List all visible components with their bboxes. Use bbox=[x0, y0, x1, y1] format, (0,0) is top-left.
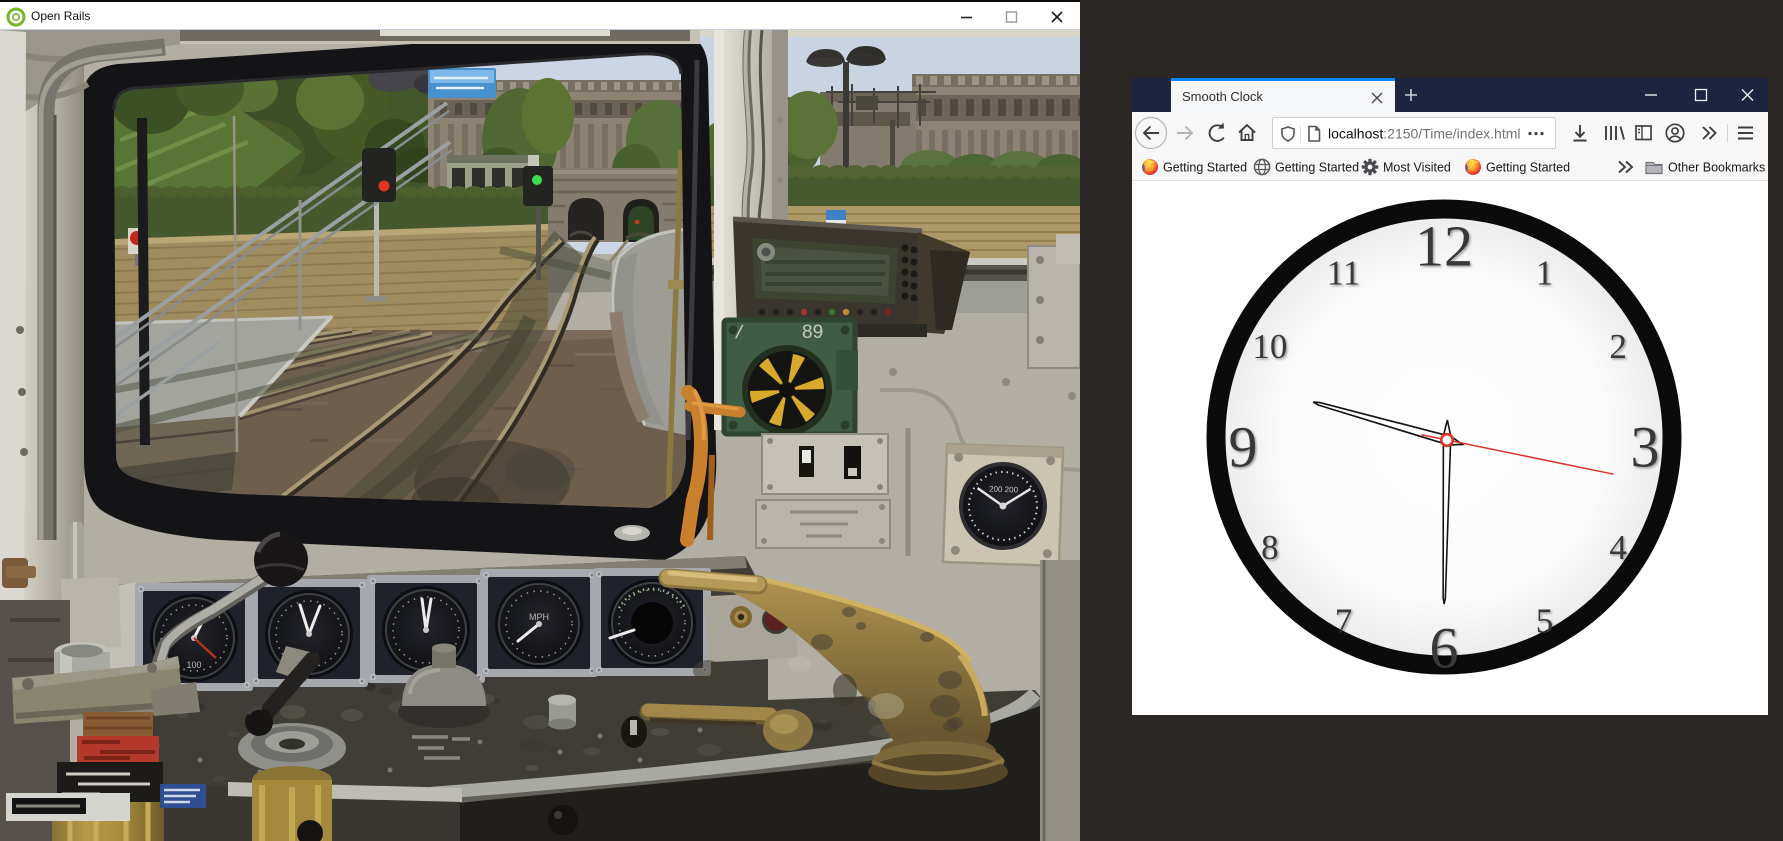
svg-text:10: 10 bbox=[1252, 327, 1287, 366]
svg-text:Getting Started: Getting Started bbox=[1163, 161, 1247, 175]
svg-text:100: 100 bbox=[186, 660, 201, 670]
svg-text:11: 11 bbox=[1327, 253, 1361, 292]
svg-text:Getting Started: Getting Started bbox=[1275, 161, 1359, 175]
svg-text:2: 2 bbox=[1609, 327, 1627, 366]
svg-text:1: 1 bbox=[1536, 253, 1554, 292]
svg-text:MPH: MPH bbox=[529, 612, 549, 622]
svg-text:Getting Started: Getting Started bbox=[1486, 161, 1570, 175]
svg-text:localhost:2150/Time/index.html: localhost:2150/Time/index.html bbox=[1328, 126, 1520, 142]
svg-text:4: 4 bbox=[1609, 528, 1627, 567]
svg-text:3: 3 bbox=[1631, 415, 1660, 480]
svg-text:8: 8 bbox=[1261, 528, 1279, 567]
svg-text:Other Bookmarks: Other Bookmarks bbox=[1668, 161, 1765, 175]
svg-text:200 200: 200 200 bbox=[989, 485, 1019, 495]
svg-text:Most Visited: Most Visited bbox=[1383, 161, 1451, 175]
svg-text:12: 12 bbox=[1415, 214, 1473, 279]
svg-text:6: 6 bbox=[1430, 616, 1459, 681]
svg-text:5: 5 bbox=[1536, 602, 1554, 641]
svg-text:9: 9 bbox=[1229, 415, 1258, 480]
svg-text:89: 89 bbox=[802, 322, 823, 343]
svg-text:7: 7 bbox=[1335, 602, 1353, 641]
